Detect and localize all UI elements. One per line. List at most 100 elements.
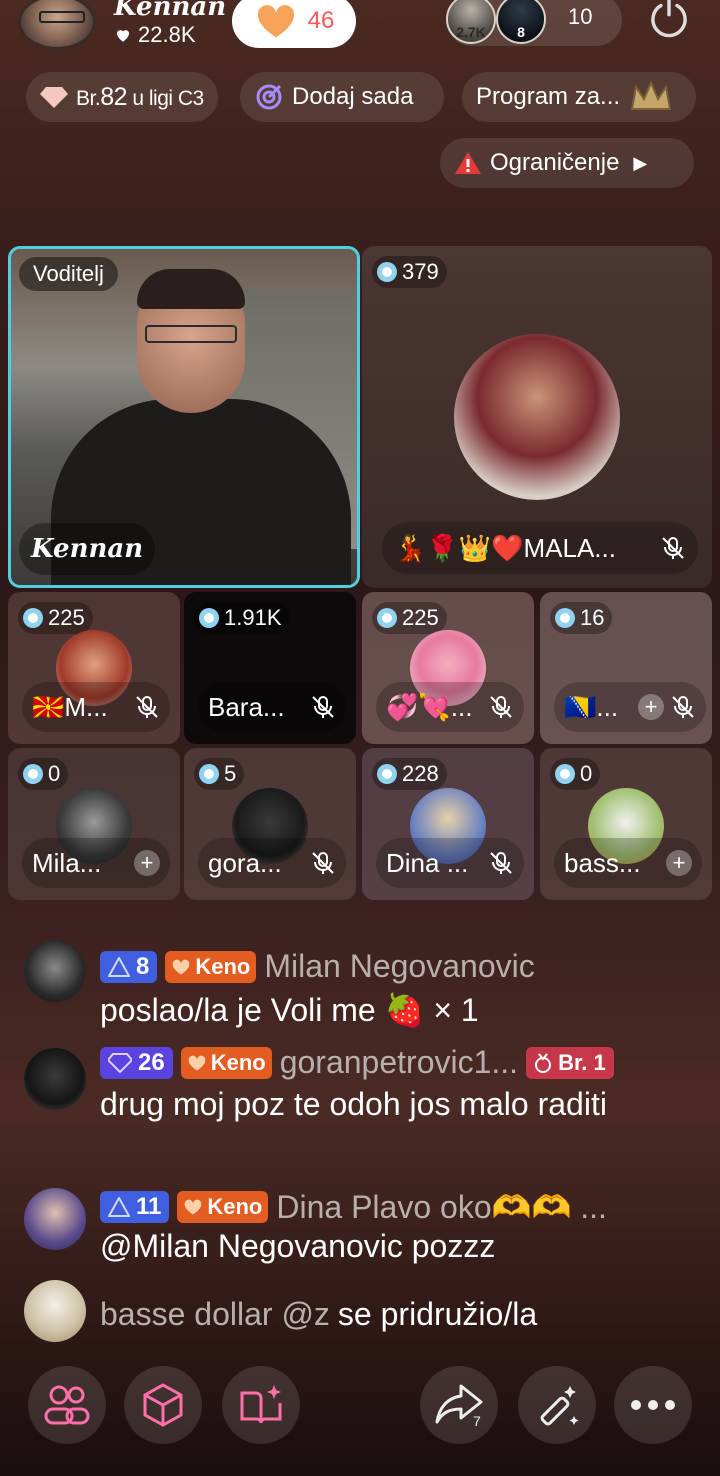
mic-muted-icon <box>490 852 512 874</box>
chat-username[interactable]: goranpetrovic1... <box>280 1044 518 1081</box>
add-now-button[interactable]: Dodaj sada <box>240 72 444 122</box>
add-icon[interactable]: + <box>666 850 692 876</box>
chat-text: drug moj poz te odoh jos malo raditi <box>100 1086 607 1122</box>
coin-badge: 0 <box>550 758 601 790</box>
book-sparkle-icon <box>240 1385 282 1424</box>
heart-icon <box>188 1055 206 1070</box>
chat-avatar[interactable] <box>24 1188 86 1250</box>
coin-icon <box>555 764 575 784</box>
coin-badge: 1.91K <box>194 602 290 634</box>
viewer-avatar[interactable]: 2.7K <box>446 0 496 44</box>
share-button[interactable]: 7 <box>420 1366 498 1444</box>
guest-name-pill: Dina ... <box>376 838 524 888</box>
chat-username[interactable]: basse dollar @z <box>100 1296 330 1333</box>
more-button[interactable] <box>614 1366 692 1444</box>
host-avatar[interactable] <box>18 0 96 50</box>
guest-name-pill: Bara... <box>198 682 346 732</box>
host-likes: 22.8K <box>114 22 196 48</box>
guest-name: 💞💘... <box>386 691 473 722</box>
level-badge: 11 <box>100 1191 170 1223</box>
host-role-label: Voditelj <box>19 257 118 291</box>
mic-muted-icon <box>312 696 334 718</box>
viewer-avatar[interactable]: 8 <box>496 0 546 44</box>
effects-button[interactable] <box>518 1366 596 1444</box>
guest-tile[interactable]: 0 Mila... + <box>8 748 180 900</box>
guest-tile[interactable]: 1.91K Bara... <box>184 592 356 744</box>
guest-tile[interactable]: 225 🇲🇰M... <box>8 592 180 744</box>
guests-button[interactable] <box>28 1366 106 1444</box>
guest-tile[interactable]: 225 💞💘... <box>362 592 534 744</box>
restriction-label: Ograničenje <box>490 149 620 176</box>
program-label: Program za... <box>476 83 621 110</box>
share-icon: 7 <box>435 1384 483 1428</box>
follow-button[interactable]: 46 <box>232 0 356 48</box>
guest-name: 🇧🇦... <box>564 691 619 722</box>
coin-icon <box>199 608 219 628</box>
guest-name: 💃🌹👑❤️MALA... <box>394 532 616 563</box>
chat-header: 8 Keno Milan Negovanovic <box>100 948 535 985</box>
guest-tile[interactable]: 16 🇧🇦... + <box>540 592 712 744</box>
cube-icon <box>143 1383 183 1427</box>
add-now-label: Dodaj sada <box>292 83 414 110</box>
chat-header: 11 Keno Dina Plavo oko🫶🫶 ... <box>100 1188 607 1226</box>
mic-muted-icon <box>136 696 158 718</box>
mic-muted-icon <box>312 852 334 874</box>
guest-name-pill: 🇲🇰M... <box>22 682 170 732</box>
host-name: Kennan <box>114 0 227 22</box>
guest-name-pill: gora... <box>198 838 346 888</box>
guest-name: Mila... <box>32 847 102 878</box>
coin-badge: 16 <box>550 602 613 634</box>
book-button[interactable] <box>222 1366 300 1444</box>
guest-tile[interactable]: 5 gora... <box>184 748 356 900</box>
more-icon <box>631 1400 675 1410</box>
diamond-icon <box>108 1052 132 1073</box>
add-icon[interactable]: + <box>134 850 160 876</box>
coin-badge: 225 <box>18 602 93 634</box>
league-rank-badge[interactable]: Br.82 u ligi C3 <box>26 72 218 122</box>
coin-icon <box>555 608 575 628</box>
magic-wand-icon <box>540 1386 579 1426</box>
chat-username[interactable]: Dina Plavo oko🫶🫶 ... <box>276 1188 606 1226</box>
add-icon[interactable]: + <box>638 694 664 720</box>
chat-username[interactable]: Milan Negovanovic <box>264 948 534 985</box>
guest-avatar[interactable] <box>454 334 620 500</box>
power-icon[interactable] <box>646 0 692 40</box>
warning-icon <box>455 152 481 174</box>
guest-name-pill: 💞💘... <box>376 682 524 732</box>
guest-tile[interactable]: 228 Dina ... <box>362 748 534 900</box>
keno-badge: Keno <box>177 1191 269 1223</box>
guest-tile[interactable]: 0 bass... + <box>540 748 712 900</box>
chat-avatar[interactable] <box>24 1280 86 1342</box>
diamond-icon <box>40 87 68 108</box>
heart-icon <box>184 1199 202 1215</box>
host-video-tile[interactable]: Voditelj Kennan <box>8 246 360 588</box>
guest-tile[interactable]: 379 💃🌹👑❤️MALA... <box>362 246 712 588</box>
coin-badge: 5 <box>194 758 245 790</box>
chat-avatar[interactable] <box>24 940 86 1002</box>
chevron-right-icon: ▶ <box>633 152 648 173</box>
chat-header: 26 Keno goranpetrovic1... Br. 1 <box>100 1044 614 1081</box>
keno-badge: Keno <box>180 1046 272 1079</box>
coin-badge: 228 <box>372 758 447 790</box>
coin-badge: 379 <box>372 256 447 288</box>
chat-avatar[interactable] <box>24 1048 86 1110</box>
chat-text: se pridružio/la <box>337 1296 538 1332</box>
mic-muted-icon <box>662 537 684 559</box>
restriction-button[interactable]: Ograničenje ▶ <box>440 138 694 188</box>
rank-text: Br.82 u ligi C3 <box>76 82 204 111</box>
coin-icon <box>377 608 397 628</box>
gift-box-button[interactable] <box>124 1366 202 1444</box>
target-icon <box>256 84 282 110</box>
viewer-list[interactable]: 2.7K 8 10 <box>446 0 622 46</box>
chat-join: basse dollar @z se pridružio/la <box>100 1296 537 1333</box>
heart-icon <box>117 30 129 42</box>
guest-name: Dina ... <box>386 847 469 878</box>
heart-icon <box>172 959 190 974</box>
coin-icon <box>23 764 43 784</box>
users-icon <box>44 1385 90 1425</box>
guest-name: gora... <box>208 847 282 878</box>
share-count: 7 <box>473 1413 481 1428</box>
guest-name-pill: Mila... + <box>22 838 170 888</box>
coin-icon <box>377 764 397 784</box>
program-button[interactable]: Program za... <box>462 72 696 122</box>
